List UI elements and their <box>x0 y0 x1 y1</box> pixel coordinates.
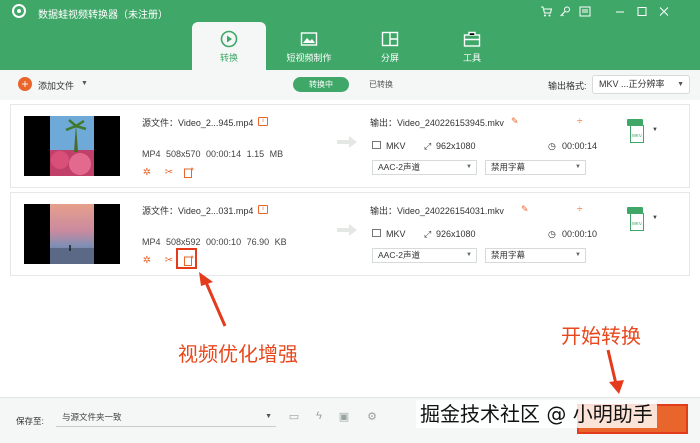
output-duration: 00:00:14 <box>562 141 598 151</box>
add-file-dropdown-icon[interactable]: ▼ <box>81 80 88 87</box>
convert-icon <box>220 30 238 48</box>
output-filename: 输出：Video_240226153945.mkv <box>370 118 504 128</box>
enhance-wand-icon[interactable]: ✲ <box>141 167 153 179</box>
subtitle-select[interactable]: 禁用字幕 <box>485 248 586 263</box>
tab-convert[interactable]: 转换 <box>192 22 266 70</box>
toolbox-icon <box>463 31 481 47</box>
clock-icon: ◷ <box>548 229 556 239</box>
toolbar: + 添加文件 ▼ 转换中 已转换 输出格式: MKV ...正分辨率 ▼ <box>0 70 700 100</box>
enhance-annotation: 视频优化增强 <box>178 342 298 366</box>
cut-icon[interactable]: ✂ <box>163 167 175 179</box>
tab-converting[interactable]: 转换中 <box>293 77 349 92</box>
format-badge-text: MKV <box>632 221 642 226</box>
tab-toolbox[interactable]: 工具 <box>435 22 509 70</box>
file-item: 源文件：Video_2...945.mp4 i MP4 508x570 00:0… <box>10 104 690 188</box>
format-dropdown-icon[interactable]: ▼ <box>652 215 658 221</box>
menu-icon[interactable] <box>577 4 593 18</box>
subtitle-select[interactable]: 禁用字幕 <box>485 160 586 175</box>
output-format-badge[interactable]: MKV <box>627 119 647 145</box>
tab-converted[interactable]: 已转换 <box>358 77 404 92</box>
format-dropdown-icon[interactable]: ▼ <box>652 127 658 133</box>
enhance-highlight-box <box>176 248 197 269</box>
output-format-badge[interactable]: MKV <box>627 207 647 233</box>
output-resolution: 962x1080 <box>436 141 476 151</box>
app-logo-icon <box>12 4 26 18</box>
output-format-value: MKV ...正分辨率 <box>599 79 665 89</box>
annotation-arrow-icon <box>606 349 624 394</box>
minimize-icon[interactable] <box>612 4 628 18</box>
edit-name-icon[interactable]: ✎ <box>511 116 519 127</box>
split-screen-icon <box>381 31 399 47</box>
split-icon[interactable]: ÷ <box>577 204 583 215</box>
folder-icon[interactable]: ▭ <box>286 410 302 424</box>
watermark: 掘金技术社区 @ 小明助手 <box>416 400 657 428</box>
key-icon[interactable] <box>557 4 573 18</box>
output-format-select[interactable]: MKV ...正分辨率 ▼ <box>592 75 690 94</box>
gpu-off-icon[interactable]: ▣ <box>336 410 352 424</box>
info-icon[interactable]: i <box>258 205 268 214</box>
audio-track-select[interactable]: AAC-2声道 <box>372 248 477 263</box>
video-maker-icon <box>300 32 318 46</box>
app-title: 数据蛙视频转换器（未注册） <box>38 10 168 21</box>
save-path-value: 与源文件夹一致 <box>62 412 122 422</box>
cut-icon[interactable]: ✂ <box>163 255 175 267</box>
source-filename: 源文件：Video_2...945.mp4 <box>142 118 254 128</box>
enhance-wand-icon[interactable]: ✲ <box>141 255 153 267</box>
video-thumbnail[interactable] <box>24 116 120 176</box>
cart-icon[interactable] <box>538 4 554 18</box>
output-resolution: 926x1080 <box>436 229 476 239</box>
tab-convert-label: 转换 <box>219 53 238 63</box>
source-filename: 源文件：Video_2...031.mp4 <box>142 206 254 216</box>
split-icon[interactable]: ÷ <box>577 116 583 127</box>
clock-icon: ◷ <box>548 141 556 151</box>
chevron-down-icon: ▼ <box>265 413 272 420</box>
resize-icon: ⤢ <box>424 141 432 151</box>
output-format: MKV <box>386 141 406 151</box>
output-duration: 00:00:10 <box>562 229 598 239</box>
video-enhance-icon[interactable] <box>183 167 195 179</box>
save-to-label: 保存至: <box>16 416 44 426</box>
source-meta: MP4 508x592 00:00:10 76.90 KB <box>142 237 287 247</box>
annotation-arrow-icon <box>199 272 227 327</box>
add-file-button[interactable]: 添加文件 <box>38 79 74 92</box>
add-file-icon[interactable]: + <box>18 77 32 91</box>
tab-toolbox-label: 工具 <box>462 53 481 63</box>
output-format: MKV <box>386 229 406 239</box>
tab-split-screen[interactable]: 分屏 <box>353 22 427 70</box>
source-meta: MP4 508x570 00:00:14 1.15 MB <box>142 149 284 159</box>
convert-arrow-icon <box>337 224 357 236</box>
hardware-accel-off-icon[interactable]: ϟ <box>311 410 327 424</box>
save-path-select[interactable]: 与源文件夹一致 ▼ <box>56 408 276 427</box>
tab-video-maker[interactable]: 短视频制作 <box>272 22 346 70</box>
output-format-label: 输出格式: <box>548 81 587 91</box>
restore-icon[interactable] <box>634 4 650 18</box>
convert-arrow-icon <box>337 136 357 148</box>
info-icon[interactable]: i <box>258 117 268 126</box>
title-bar: 数据蛙视频转换器（未注册） 转换 短视频制作 分屏 工具 <box>0 0 700 70</box>
format-badge-text: MKV <box>632 133 642 138</box>
resize-icon: ⤢ <box>424 229 432 239</box>
tab-video-maker-label: 短视频制作 <box>286 53 332 63</box>
format-icon <box>372 229 381 237</box>
settings-gear-icon[interactable]: ⚙ <box>364 410 380 424</box>
audio-track-select[interactable]: AAC-2声道 <box>372 160 477 175</box>
output-filename: 输出：Video_240226154031.mkv <box>370 206 504 216</box>
tab-split-screen-label: 分屏 <box>380 53 399 63</box>
format-icon <box>372 141 381 149</box>
file-item: 源文件：Video_2...031.mp4 i MP4 508x592 00:0… <box>10 192 690 276</box>
video-thumbnail[interactable] <box>24 204 120 264</box>
edit-name-icon[interactable]: ✎ <box>521 204 529 215</box>
close-icon[interactable] <box>656 4 672 18</box>
start-annotation: 开始转换 <box>561 324 641 348</box>
chevron-down-icon: ▼ <box>677 81 684 88</box>
